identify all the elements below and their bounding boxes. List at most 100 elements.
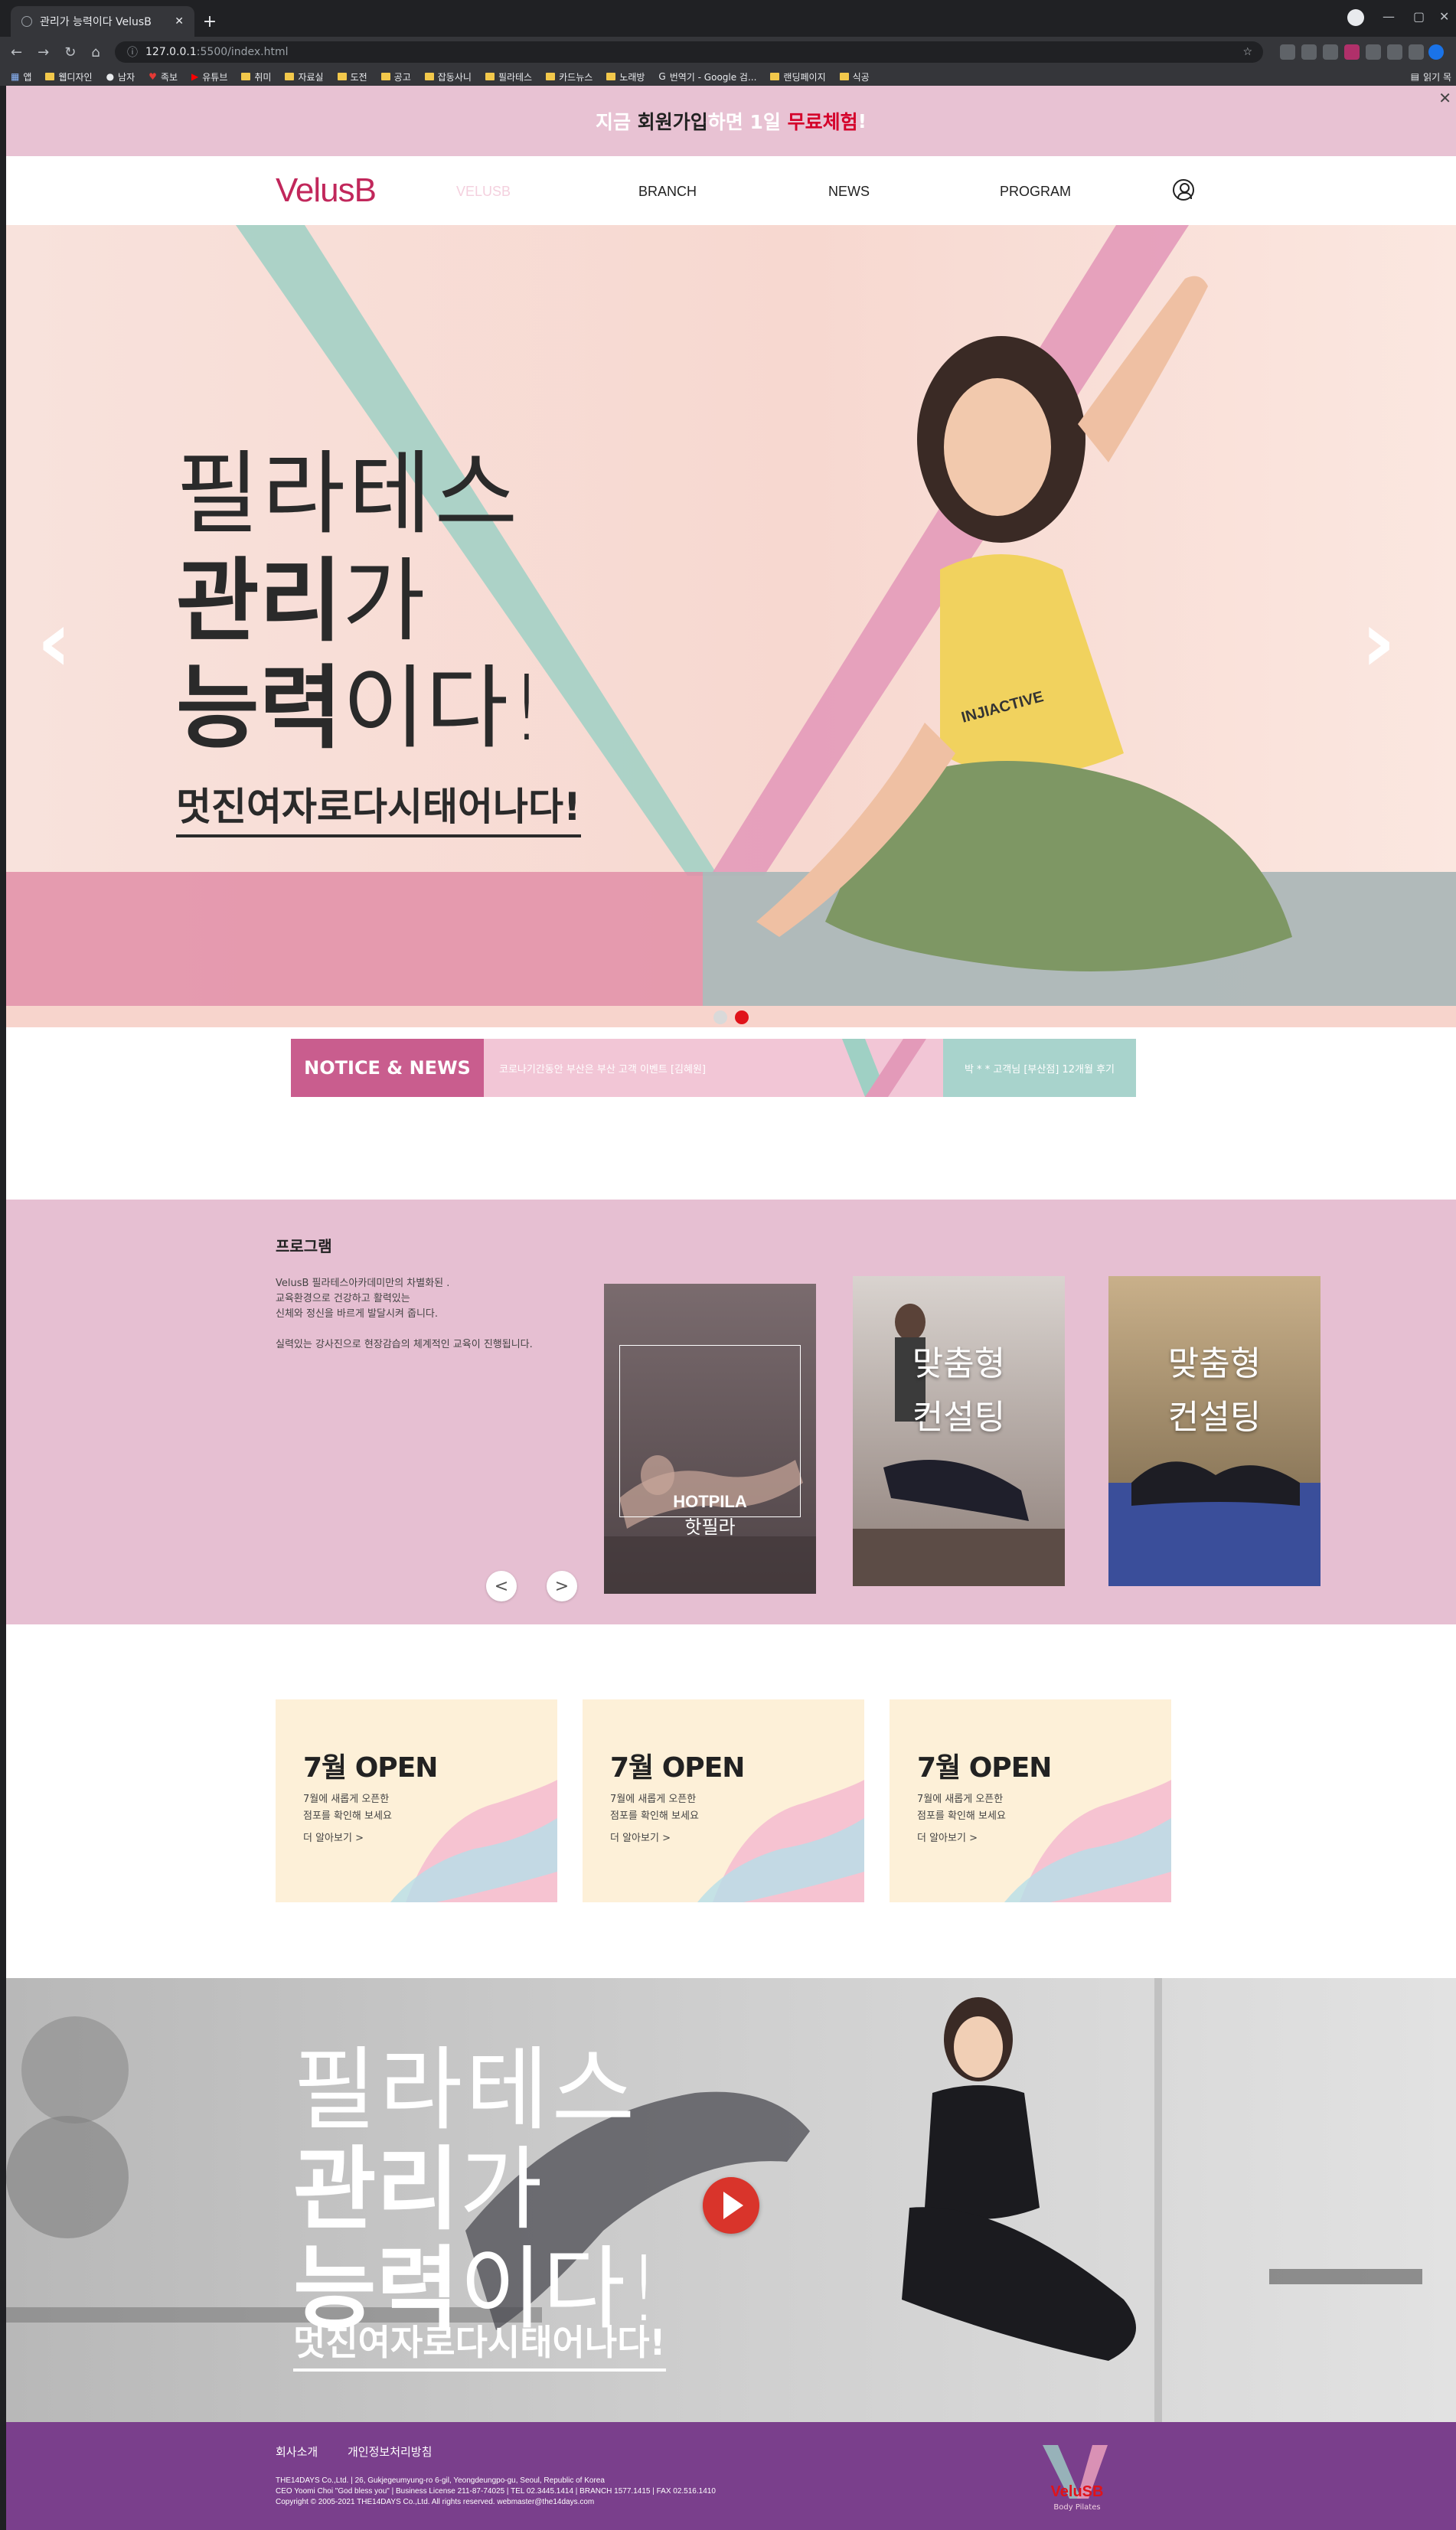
hero-slider: INJIACTIVE 필라테스 관리가 능력이다! 멋진여자로다시태어나다! ‹… [6,225,1456,1027]
open-card-desc: 7월에 새롭게 오픈한 점포를 확인해 보세요 [303,1794,392,1822]
user-icon[interactable] [1173,179,1194,201]
back-icon[interactable]: ← [11,44,22,60]
open-card-desc: 7월에 새롭게 오픈한 점포를 확인해 보세요 [917,1794,1006,1822]
bookmark-item[interactable]: ♥ 족보 [149,70,178,83]
slider-next-arrow[interactable]: › [1361,593,1396,690]
minimize-icon[interactable]: — [1383,9,1395,24]
program-card-consulting[interactable]: 맞춤형 컨설팅 [853,1276,1065,1586]
brush-stroke-graphic [697,1780,864,1902]
open-card[interactable]: 7월 OPEN 7월에 새롭게 오픈한 점포를 확인해 보세요 더 알아보기 > [890,1699,1171,1902]
banner-text-signup: 회원가입 [637,111,708,133]
maximize-icon[interactable]: ▢ [1413,9,1425,24]
bookmark-item[interactable]: 노래방 [606,70,645,83]
banner-text-5: ! [857,109,867,132]
google-icon: G [658,71,666,82]
bookmark-item[interactable]: ▦ 앱 [11,70,31,83]
globe-icon [21,16,32,27]
extension-icon[interactable] [1323,44,1338,60]
card-title-en: HOTPILA [673,1492,747,1511]
bookmark-item[interactable]: 웹디자인 [45,70,93,83]
bookmark-item[interactable]: 취미 [241,70,271,83]
folder-icon [839,73,849,80]
bookmark-item[interactable]: 식공 [839,70,870,83]
open-card-more-link[interactable]: 더 알아보기 > [610,1830,671,1844]
folder-icon [485,73,495,80]
open-card-more-link[interactable]: 더 알아보기 > [917,1830,978,1844]
nav-branch[interactable]: BRANCH [638,184,697,200]
bookmark-item[interactable]: 잡동사니 [424,70,472,83]
extension-icon[interactable] [1344,44,1360,60]
program-title: 프로그램 [276,1237,332,1255]
nav-news[interactable]: NEWS [828,184,870,200]
notice-item[interactable]: 박 * * 고객님 [부산점] 12개월 후기 [943,1039,1136,1097]
star-icon[interactable]: ☆ [1242,46,1252,58]
reading-list[interactable]: ▤ 읽기 목 [1411,70,1451,83]
footer-logo[interactable]: VeluSB Body Pilates [1035,2437,1119,2522]
site-icon: ● [106,71,115,82]
reading-list-icon: ▤ [1410,71,1420,82]
close-icon[interactable]: ✕ [1438,89,1451,107]
extension-icon[interactable] [1387,44,1402,60]
bookmark-item[interactable]: 카드뉴스 [546,70,593,83]
close-window-icon[interactable]: ✕ [1439,9,1449,24]
apps-icon: ▦ [11,71,20,82]
slider-dot[interactable] [713,1010,727,1024]
profile-avatar-icon[interactable] [1428,44,1444,60]
profile-icon[interactable] [1347,9,1364,26]
bookmark-item[interactable]: 도전 [337,70,367,83]
folder-icon [606,73,616,80]
open-card-title: 7월 OPEN [917,1752,1052,1784]
url-host: 127.0.0.1 [145,46,197,58]
bookmark-item[interactable]: 공고 [380,70,411,83]
folder-icon [285,73,295,80]
reload-icon[interactable]: ↻ [64,44,76,60]
footer-company-info: THE14DAYS Co.,Ltd. | 26, Gukjegeumyung-r… [276,2476,716,2506]
new-tab-button[interactable]: + [199,11,220,32]
card-title-line1: 맞춤형 [912,1344,1006,1383]
extension-icon[interactable] [1366,44,1381,60]
nav-velusb[interactable]: VELUSB [456,184,511,200]
bookmark-item[interactable]: ● 남자 [106,70,135,83]
browser-tab-bar: 관리가 능력이다 VelusB ✕ + — ▢ ✕ [0,0,1456,37]
footer-link-company[interactable]: 회사소개 [276,2443,318,2460]
footer-link-privacy[interactable]: 개인정보처리방침 [348,2443,432,2460]
bookmark-item[interactable]: ▶ 유튜브 [191,70,227,83]
nav-program[interactable]: PROGRAM [1000,184,1071,200]
open-card-more-link[interactable]: 더 알아보기 > [303,1830,364,1844]
puzzle-icon[interactable] [1409,44,1424,60]
address-bar[interactable]: ⓘ 127.0.0.1:5500/index.html ☆ [115,41,1263,63]
close-icon[interactable]: ✕ [175,15,184,28]
program-card-hotpila[interactable]: HOTPILA 핫필라 [604,1284,816,1594]
slider-dot-active[interactable] [735,1010,749,1024]
browser-tab[interactable]: 관리가 능력이다 VelusB ✕ [11,6,194,37]
banner-text-free-trial: 무료체험 [787,111,858,133]
bookmark-item[interactable]: 자료실 [285,70,324,83]
slider-prev-arrow[interactable]: ‹ [37,593,71,690]
open-card[interactable]: 7월 OPEN 7월에 새롭게 오픈한 점포를 확인해 보세요 더 알아보기 > [583,1699,864,1902]
open-card[interactable]: 7월 OPEN 7월에 새롭게 오픈한 점포를 확인해 보세요 더 알아보기 > [276,1699,557,1902]
program-card-consulting[interactable]: 맞춤형 컨설팅 [1108,1276,1321,1586]
extension-icon[interactable] [1280,44,1295,60]
extension-icon[interactable] [1301,44,1317,60]
home-icon[interactable]: ⌂ [91,44,100,60]
bookmark-item[interactable]: 필라테스 [485,70,532,83]
signup-promo-banner[interactable]: 지금 회원가입 하면 1일 무료체험! ✕ [6,86,1456,156]
heart-icon: ♥ [149,71,157,82]
play-icon[interactable] [703,2177,759,2234]
bookmark-item[interactable]: 랜딩페이지 [770,70,826,83]
forward-icon[interactable]: → [38,44,49,60]
site-header: VelusB VELUSB BRANCH NEWS PROGRAM [6,156,1456,225]
program-next-button[interactable]: > [547,1571,577,1601]
brush-stroke-graphic [1004,1780,1171,1902]
open-card-title: 7월 OPEN [303,1752,438,1784]
open-card-title: 7월 OPEN [610,1752,745,1784]
tab-title: 관리가 능력이다 VelusB [40,16,152,28]
folder-icon [337,73,347,80]
program-description: VelusB 필라테스아카데미만의 차별화된 . 교육환경으로 건강하고 활력있… [276,1278,533,1350]
bookmark-item[interactable]: G 번역기 - Google 검... [658,70,756,83]
open-card-desc: 7월에 새롭게 오픈한 점포를 확인해 보세요 [610,1794,699,1822]
program-prev-button[interactable]: < [486,1571,517,1601]
hero-subheadline: 멋진여자로다시태어나다! [176,776,581,837]
card-title-line2: 컨설팅 [912,1398,1006,1437]
site-logo[interactable]: VelusB [276,171,377,210]
